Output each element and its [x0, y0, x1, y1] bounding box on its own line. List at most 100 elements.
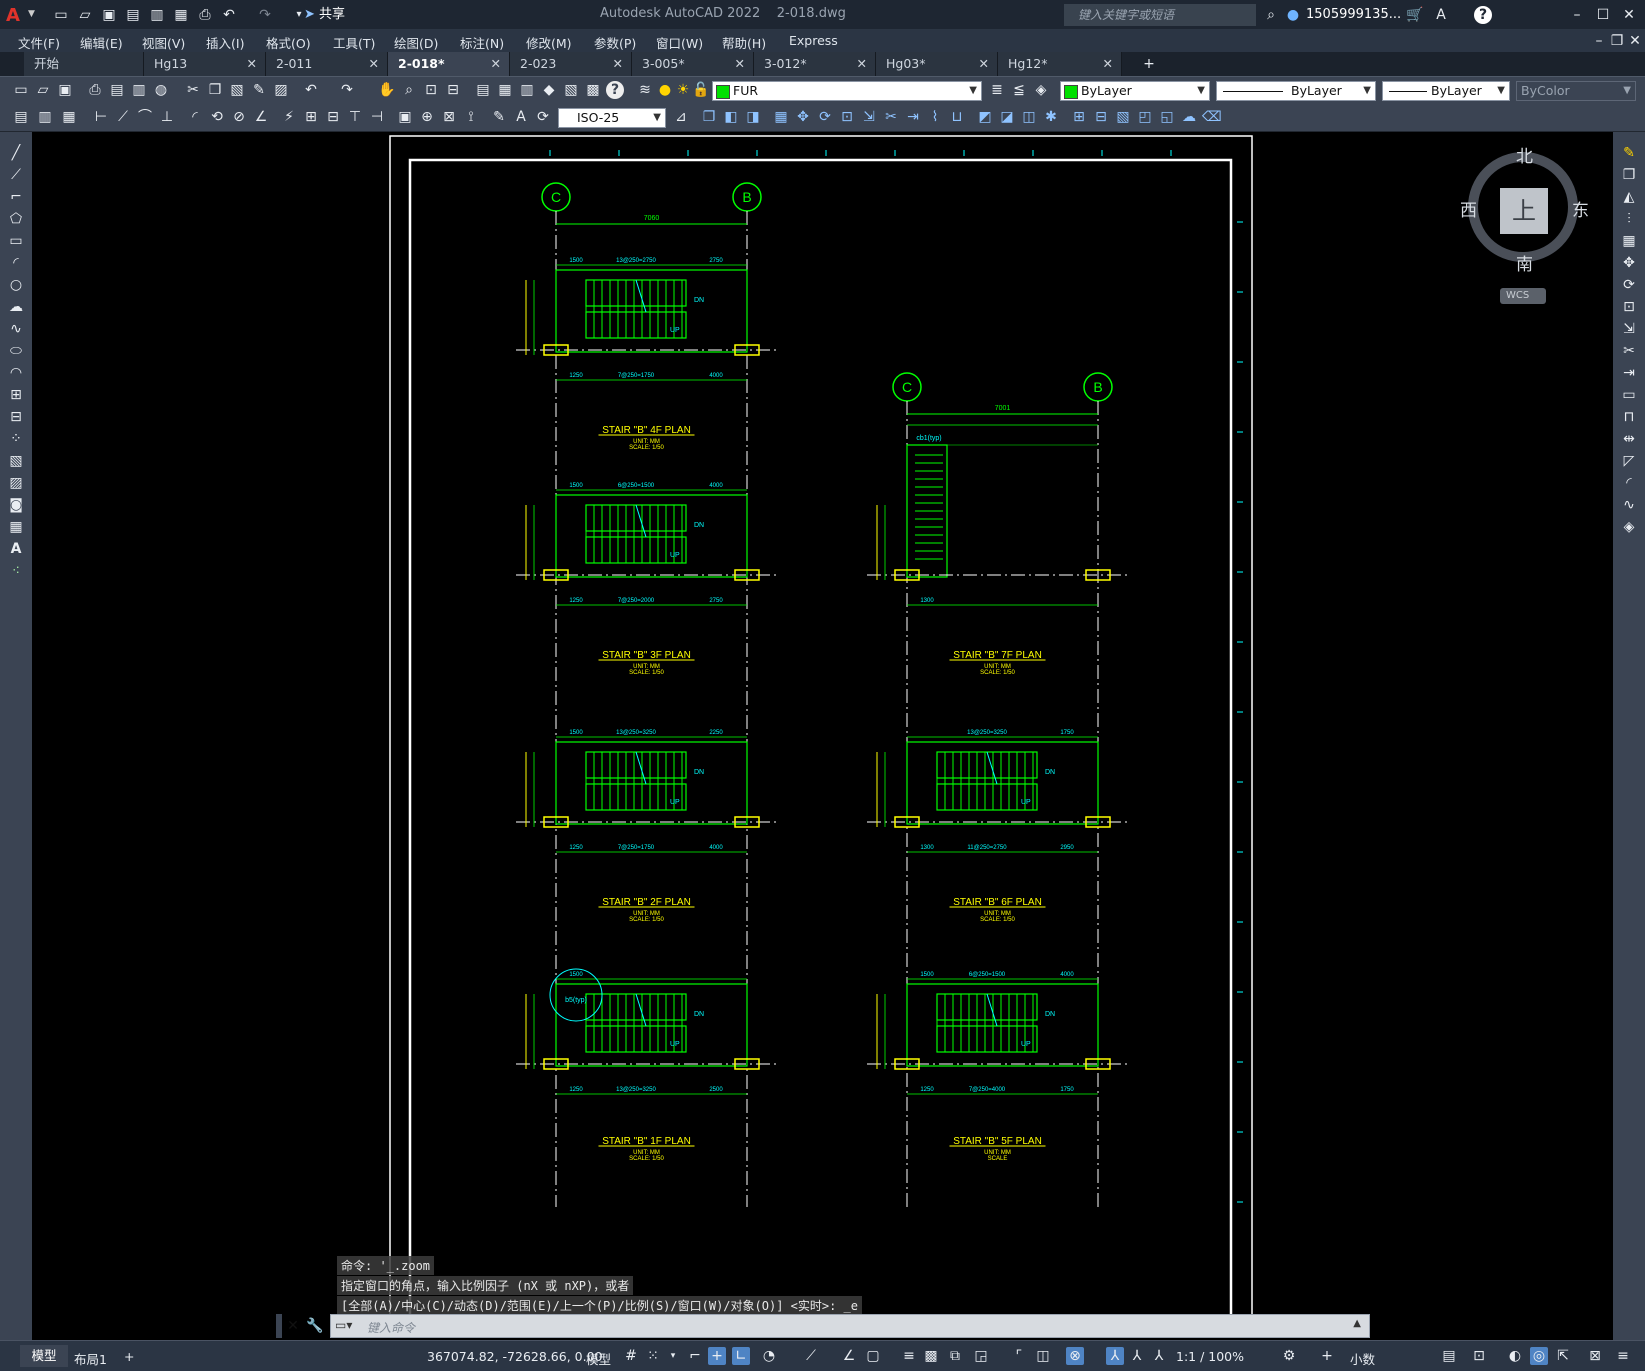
transparency-icon[interactable]: ▩	[922, 1347, 940, 1365]
annotation-scale-value[interactable]: 1:1 / 100%	[1176, 1349, 1244, 1364]
dim-update-icon[interactable]: ⟳	[534, 108, 552, 126]
dimstyle-select[interactable]: ISO-25 ▼	[558, 108, 666, 128]
arc-icon[interactable]: ◜	[7, 254, 25, 272]
object-snap-tracking-icon[interactable]: ∠	[840, 1347, 858, 1365]
clean-screen-icon[interactable]: ⇱	[1554, 1347, 1572, 1365]
dim-diameter-icon[interactable]: ⊘	[230, 108, 248, 126]
break-at-point-icon[interactable]: ▭	[1620, 386, 1638, 404]
drawing-svg[interactable]: C B 7060 C B 7001 DN UP 1500 13@250=2750 2750 1250 7…	[32, 132, 1613, 1340]
auto-scale-icon[interactable]: ⅄	[1128, 1347, 1146, 1365]
layer-off-icon[interactable]: ▦	[60, 108, 78, 126]
block-editor-icon[interactable]: ▨	[272, 81, 290, 99]
command-grip[interactable]	[276, 1314, 282, 1338]
annotation-visibility-icon[interactable]: ⅄	[1106, 1347, 1124, 1365]
region-icon[interactable]: ◙	[7, 496, 25, 514]
compass-east[interactable]: 东	[1572, 196, 1589, 221]
linetype-select[interactable]: ByLayer ▼	[1216, 81, 1376, 101]
dim-ordinate-icon[interactable]: ⊥	[158, 108, 176, 126]
help-icon[interactable]: ?	[1474, 6, 1492, 24]
tolerance-icon[interactable]: ▣	[396, 108, 414, 126]
tab-3-012[interactable]: 3-012* ✕	[754, 52, 876, 76]
gizmo-icon[interactable]: ⊗	[1066, 1347, 1084, 1365]
dim-edit-icon[interactable]: ✎	[490, 108, 508, 126]
undo-icon[interactable]: ↶	[302, 81, 320, 99]
3d-osnap-icon[interactable]: ◲	[972, 1347, 990, 1365]
annotation-monitor-icon[interactable]: +	[1318, 1347, 1336, 1365]
dim-angular-icon[interactable]: ∠	[252, 108, 270, 126]
save-as-icon[interactable]: ▤	[124, 6, 142, 24]
command-input[interactable]: ▭▾ 键入命令 ▲	[330, 1314, 1370, 1338]
open-file-icon[interactable]: ▱	[76, 6, 94, 24]
isolate-objects-icon[interactable]: ◐	[1506, 1347, 1524, 1365]
lock-ui-icon[interactable]: ⊡	[1470, 1347, 1488, 1365]
insert-block-icon[interactable]: ⊞	[1070, 108, 1088, 126]
plot-preview-icon[interactable]: ▦	[172, 6, 190, 24]
snap-dropdown-icon[interactable]: ▾	[664, 1347, 682, 1365]
drawing-canvas[interactable]: C B 7060 C B 7001 DN UP 1500 13@250=2750 2750 1250 7…	[32, 132, 1613, 1340]
table-icon[interactable]: ▦	[7, 518, 25, 536]
new-tab-icon[interactable]: +	[1140, 55, 1158, 73]
trim-icon[interactable]: ✂	[1620, 342, 1638, 360]
wipeout-icon[interactable]: ◱	[1158, 108, 1176, 126]
doc-close-icon[interactable]: ✕	[1626, 32, 1644, 50]
close-icon[interactable]: ✕	[1620, 6, 1638, 24]
explode-icon[interactable]: ✱	[1042, 108, 1060, 126]
array-icon[interactable]: ▦	[772, 108, 790, 126]
hatch-icon[interactable]: ▧	[1114, 108, 1132, 126]
layer-isolate-icon[interactable]: ▥	[36, 108, 54, 126]
tab-hg12[interactable]: Hg12* ✕	[998, 52, 1122, 76]
chamfer-icon[interactable]: ◸	[1620, 452, 1638, 470]
lineweight-icon[interactable]: ≡	[900, 1347, 918, 1365]
dynamic-input-icon[interactable]: +	[708, 1347, 726, 1365]
customize-status-icon[interactable]: ≡	[1614, 1347, 1632, 1365]
compass-north[interactable]: 北	[1516, 142, 1533, 167]
trim-icon[interactable]: ✂	[882, 108, 900, 126]
tab-2-023[interactable]: 2-023 ✕	[510, 52, 632, 76]
revision-cloud-icon[interactable]: ☁	[7, 298, 25, 316]
command-close-icon[interactable]: ✕	[284, 1317, 302, 1335]
ellipse-arc-icon[interactable]: ◠	[7, 364, 25, 382]
match-properties-icon[interactable]: ✎	[250, 81, 268, 99]
model-space-toggle[interactable]: 模型	[586, 1349, 611, 1368]
model-layout-tab[interactable]: 模型	[20, 1345, 68, 1367]
tab-close-icon[interactable]: ✕	[247, 52, 257, 76]
publish-icon[interactable]: ▥	[130, 81, 148, 99]
dim-continue-icon[interactable]: ⊟	[324, 108, 342, 126]
move-icon[interactable]: ✥	[794, 108, 812, 126]
sheet-set-icon[interactable]: ◆	[540, 81, 558, 99]
zoom-previous-icon[interactable]: ⊟	[444, 81, 462, 99]
preview-icon[interactable]: ▤	[108, 81, 126, 99]
tab-3-005[interactable]: 3-005* ✕	[632, 52, 754, 76]
search-icon[interactable]: ⌕	[1262, 6, 1280, 24]
layer-states-icon[interactable]: ◈	[1032, 81, 1050, 99]
markup-icon[interactable]: ▧	[562, 81, 580, 99]
wcs-menu[interactable]: WCS	[1500, 288, 1546, 304]
menu-window[interactable]: 窗口(W)	[656, 33, 703, 52]
menu-help[interactable]: 帮助(H)	[722, 33, 766, 52]
offset-icon[interactable]: ⫶	[1620, 210, 1638, 228]
color-select[interactable]: ByLayer ▼	[1060, 81, 1210, 101]
revcloud-icon[interactable]: ☁	[1180, 108, 1198, 126]
layer-unlock-icon[interactable]: 🔓	[692, 81, 710, 99]
app-menu-dropdown-icon[interactable]: ▼	[28, 9, 35, 19]
object-snap-icon[interactable]: ▢	[864, 1347, 882, 1365]
make-block-icon[interactable]: ⊟	[1092, 108, 1110, 126]
center-mark-icon[interactable]: ⊕	[418, 108, 436, 126]
dim-space-icon[interactable]: ⊤	[346, 108, 364, 126]
cart-icon[interactable]: 🛒	[1406, 6, 1424, 24]
layer-on-bulb-icon[interactable]: ●	[656, 81, 674, 99]
blend-curves-icon[interactable]: ∿	[1620, 496, 1638, 514]
lineweight-select[interactable]: ByLayer ▼	[1382, 81, 1510, 101]
selection-cycling-icon[interactable]: ⧉	[946, 1347, 964, 1365]
dim-arc-icon[interactable]: ⌒	[136, 108, 154, 126]
dimstyle-manager-icon[interactable]: ⊿	[672, 108, 690, 126]
layer-thaw-sun-icon[interactable]: ☀	[674, 81, 692, 99]
tab-close-icon[interactable]: ✕	[979, 52, 989, 76]
chamfer-icon[interactable]: ◩	[976, 108, 994, 126]
doc-restore-icon[interactable]: ❐	[1608, 32, 1626, 50]
dim-break-icon[interactable]: ⊣	[368, 108, 386, 126]
fillet-icon[interactable]: ◜	[1620, 474, 1638, 492]
layer-properties-icon[interactable]: ≋	[636, 81, 654, 99]
publish-icon[interactable]: ▥	[148, 6, 166, 24]
menu-format[interactable]: 格式(O)	[266, 33, 311, 52]
